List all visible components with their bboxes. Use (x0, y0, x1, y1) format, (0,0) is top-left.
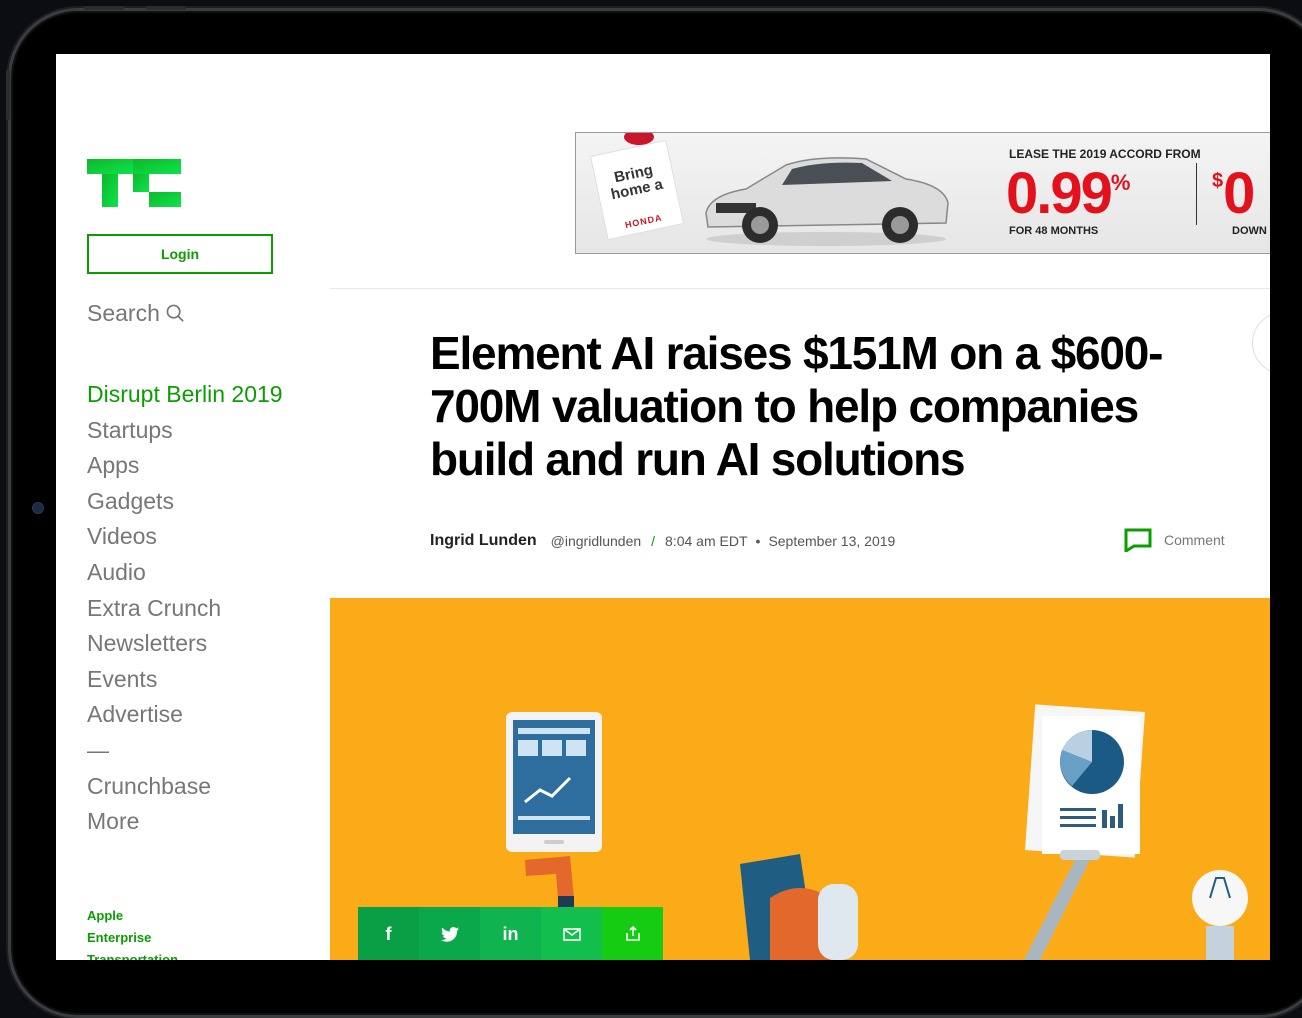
share-bar: f in (358, 907, 663, 960)
publish-date: September 13, 2019 (768, 533, 896, 549)
tag-list: Apple Enterprise Transportation (87, 905, 178, 960)
hero-illustration (506, 704, 1248, 960)
ad-down-label: DOWN (1232, 225, 1267, 237)
byline-dot: • (755, 533, 761, 549)
browser-viewport: Login Search Disrupt Berlin 2019 Startup… (56, 54, 1270, 960)
email-icon (562, 927, 581, 941)
comment-button[interactable]: Comment (1124, 528, 1225, 552)
camera (32, 502, 44, 514)
nav-item-gadgets[interactable]: Gadgets (87, 484, 283, 520)
nav-separator: — (87, 737, 109, 763)
ad-banner[interactable]: Bring home a HONDA LEASE THE 2019 ACCORD… (575, 132, 1270, 254)
nav-item-videos[interactable]: Videos (87, 519, 283, 555)
author-name[interactable]: Ingrid Lunden (430, 532, 537, 550)
ad-down-amount: 0 (1223, 161, 1256, 226)
volume-button (84, 6, 124, 10)
share-icon (625, 926, 640, 941)
scroll-edge-button[interactable] (1252, 312, 1270, 374)
nav-item-apps[interactable]: Apps (87, 448, 283, 484)
car-image-icon (705, 157, 949, 246)
nav-item-extra-crunch[interactable]: Extra Crunch (87, 591, 283, 627)
power-button (6, 70, 10, 120)
nav-item-audio[interactable]: Audio (87, 555, 283, 591)
ad-divider (1196, 163, 1197, 225)
login-button[interactable]: Login (87, 234, 273, 274)
nav-item-crunchbase[interactable]: Crunchbase (87, 769, 283, 805)
nav-item-advertise[interactable]: Advertise (87, 697, 283, 733)
tag-apple[interactable]: Apple (87, 905, 178, 927)
search-icon (166, 304, 184, 322)
divider (330, 288, 1270, 289)
ad-term: FOR 48 MONTHS (1009, 225, 1099, 237)
share-facebook-button[interactable]: f (358, 907, 419, 960)
share-more-button[interactable] (602, 907, 663, 960)
article-hero-image: f in (330, 598, 1270, 960)
ad-lease-text: LEASE THE 2019 ACCORD FROM (1009, 147, 1201, 161)
tag-enterprise[interactable]: Enterprise (87, 927, 178, 949)
byline-separator: / (651, 533, 656, 549)
nav-item-disrupt-berlin[interactable]: Disrupt Berlin 2019 (87, 377, 283, 413)
main-nav: Disrupt Berlin 2019 Startups Apps Gadget… (87, 377, 283, 840)
linkedin-icon: in (502, 923, 519, 944)
share-linkedin-button[interactable]: in (480, 907, 541, 960)
article-title: Element AI raises $151M on a $600-700M v… (430, 327, 1163, 485)
article-byline: Ingrid Lunden @ingridlunden / 8:04 am ED… (430, 532, 895, 550)
search-label: Search (87, 300, 160, 326)
twitter-icon (440, 926, 459, 942)
comment-icon (1124, 528, 1152, 552)
comment-label: Comment (1164, 532, 1225, 548)
nav-item-startups[interactable]: Startups (87, 413, 283, 449)
ad-rate-unit: % (1110, 170, 1131, 195)
ad-honda-logo: HONDA (624, 212, 664, 231)
search-link[interactable]: Search (87, 300, 185, 327)
ad-tag-text: Bring home a (609, 161, 665, 204)
nav-item-more[interactable]: More (87, 804, 283, 840)
facebook-icon: f (385, 923, 392, 944)
share-twitter-button[interactable] (419, 907, 480, 960)
ad-down-payment: $0 (1212, 163, 1255, 225)
share-email-button[interactable] (541, 907, 602, 960)
ad-gift-tag: Bring home a HONDA (589, 139, 685, 241)
author-handle[interactable]: @ingridlunden (551, 533, 642, 549)
ad-rate: 0.99% (1006, 161, 1131, 226)
publish-time: 8:04 am EDT (665, 533, 748, 549)
volume-button (146, 6, 186, 10)
techcrunch-logo-icon[interactable] (87, 159, 181, 207)
nav-item-newsletters[interactable]: Newsletters (87, 626, 283, 662)
nav-item-events[interactable]: Events (87, 662, 283, 698)
ad-dollar-sign: $ (1212, 170, 1224, 192)
tag-transportation[interactable]: Transportation (87, 949, 178, 960)
ad-rate-value: 0.99 (1006, 161, 1113, 226)
